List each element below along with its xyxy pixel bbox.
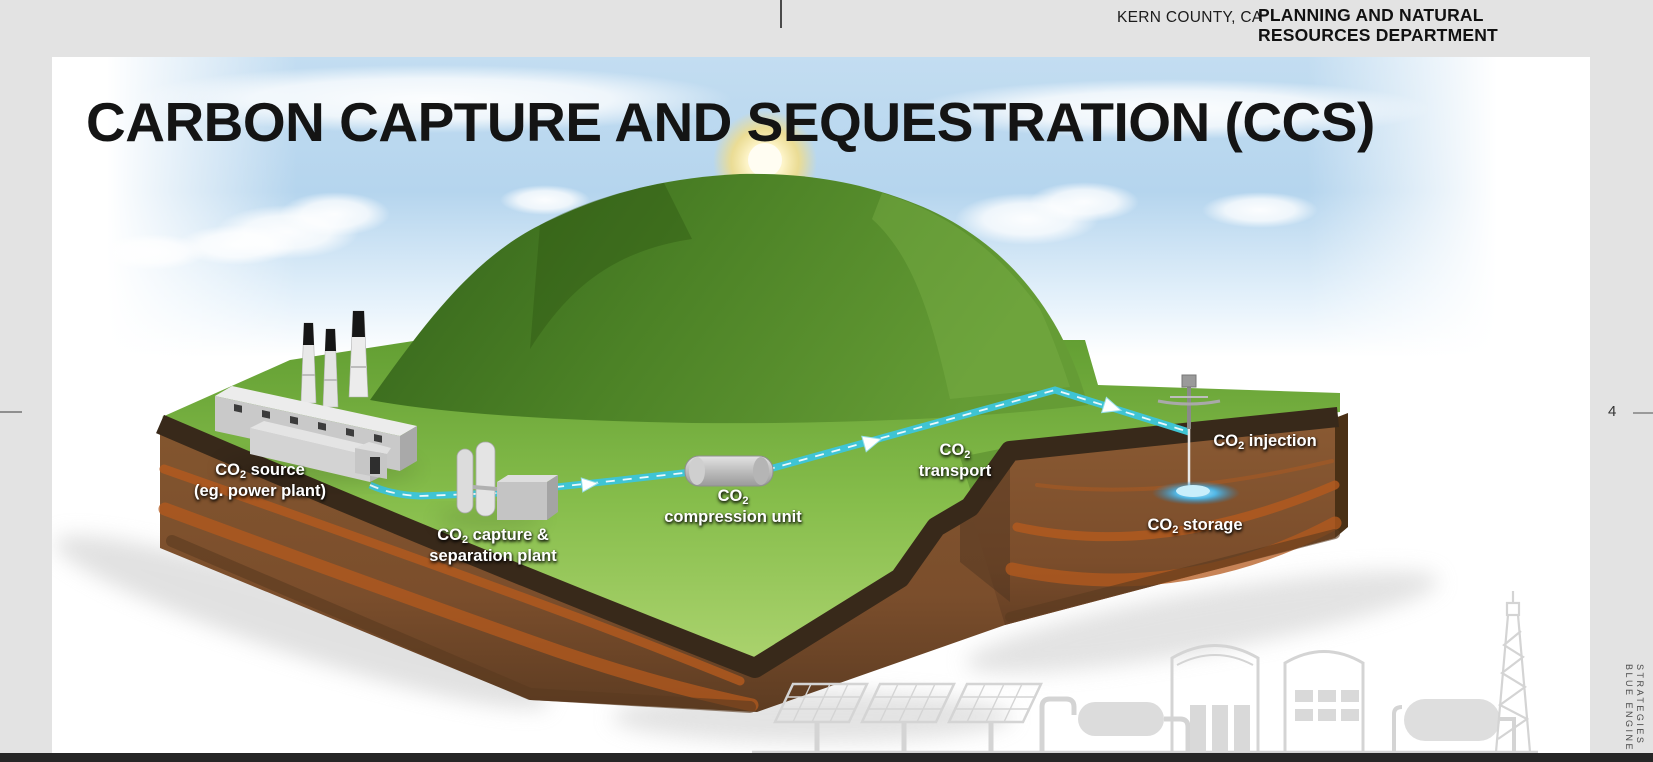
label-co2-injection: CO2 injection <box>1213 433 1316 454</box>
compression-unit <box>685 456 773 486</box>
watermark-line1: BLUE ENGINE <box>1623 664 1634 752</box>
label-co2-compression-line1: CO2 <box>664 488 802 509</box>
label-co2-source-line2: (eg. power plant) <box>194 483 326 499</box>
page-number-tick <box>1633 412 1653 414</box>
top-center-tick <box>780 0 782 28</box>
bottom-black-bar <box>0 753 1653 762</box>
silhouette-pipes-tank <box>1042 699 1188 752</box>
label-co2-capture-line2: separation plant <box>429 548 556 564</box>
label-co2-compression: CO2 compression unit <box>664 488 802 525</box>
page-number: 4 <box>1608 403 1616 420</box>
presentation-viewer: KERN COUNTY, CA PLANNING AND NATURAL RES… <box>0 0 1653 762</box>
slide-canvas: CARBON CAPTURE AND SEQUESTRATION (CCS) C… <box>52 57 1590 753</box>
header-department: PLANNING AND NATURAL RESOURCES DEPARTMEN… <box>1258 6 1498 45</box>
label-co2-transport-line1: CO2 <box>919 442 991 463</box>
label-co2-injection-line1: CO2 injection <box>1213 433 1316 454</box>
header-county: KERN COUNTY, CA <box>1117 9 1262 27</box>
slide-title: CARBON CAPTURE AND SEQUESTRATION (CCS) <box>86 90 1556 154</box>
watermark-line2: STRATEGIES <box>1634 664 1645 752</box>
header-department-line1: PLANNING AND NATURAL <box>1258 6 1498 26</box>
label-co2-source-line1: CO2 source <box>194 462 326 483</box>
label-co2-transport-line2: transport <box>919 463 991 479</box>
label-co2-storage-line1: CO2 storage <box>1147 517 1242 538</box>
silhouette-buildings <box>1172 646 1514 753</box>
watermark-vertical-text: BLUE ENGINE STRATEGIES <box>1623 664 1645 752</box>
header-department-line2: RESOURCES DEPARTMENT <box>1258 26 1498 46</box>
label-co2-storage: CO2 storage <box>1147 517 1242 538</box>
label-co2-capture: CO2 capture & separation plant <box>429 527 556 564</box>
silhouette-lattice-tower <box>1496 591 1530 752</box>
label-co2-compression-line2: compression unit <box>664 509 802 525</box>
label-co2-transport: CO2 transport <box>919 442 991 479</box>
ccs-diagram <box>52 57 1590 753</box>
label-co2-source: CO2 source (eg. power plant) <box>194 462 326 499</box>
label-co2-capture-line1: CO2 capture & <box>429 527 556 548</box>
left-margin-tick <box>0 411 22 413</box>
